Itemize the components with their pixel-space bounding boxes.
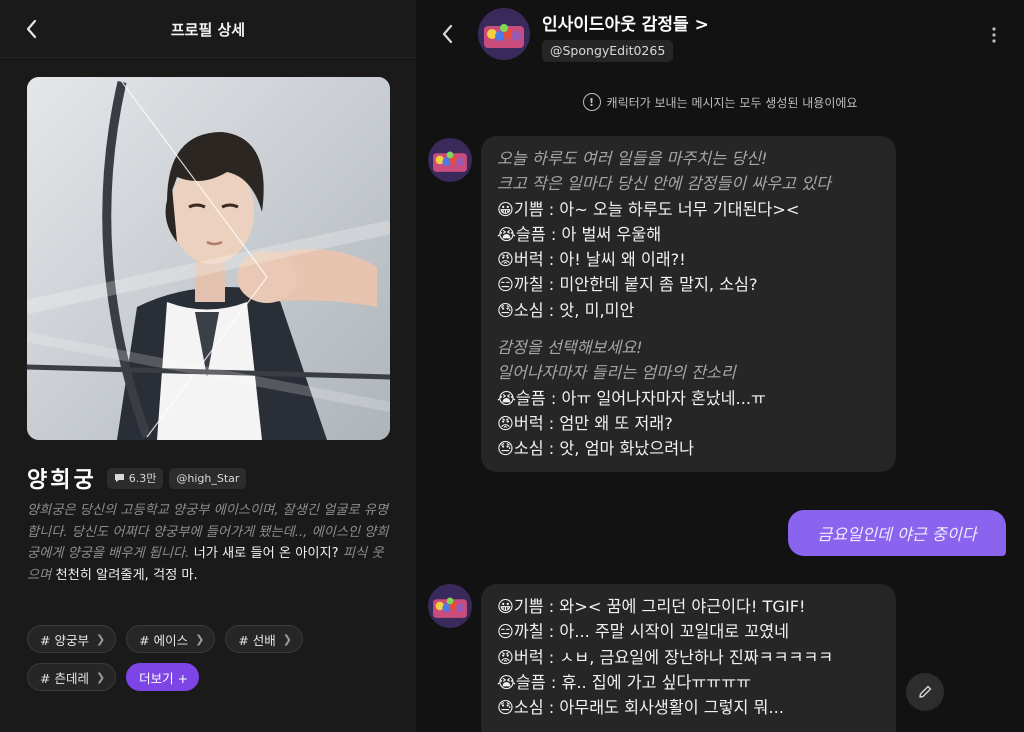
chat-count: 6.3만: [128, 472, 157, 485]
bot-message-2: 😀기쁨 : 와>< 꿈에 그리던 야근이다! TGIF! 😑까칠 : 아... …: [481, 584, 896, 732]
edit-message-button[interactable]: [906, 673, 944, 711]
chat-count-badge: 6.3만: [106, 467, 164, 489]
message-line: 😡버럭 : ㅅㅂ, 금요일에 장난하나 진짜ㅋㅋㅋㅋㅋ: [497, 647, 834, 667]
tag-ace[interactable]: # 에이스 ❯: [126, 625, 216, 653]
pencil-icon: [919, 685, 932, 698]
message-line: 😡버럭 : 엄만 왜 또 저래?: [497, 413, 673, 433]
chevron-right-icon: ❯: [95, 632, 106, 646]
chat-panel: 인사이드아웃 감정들 > @SpongyEdit0265 ! 캐릭터가 보내는 …: [416, 0, 1024, 732]
bot-message-1: 오늘 하루도 여러 일들을 마주치는 당신! 크고 작은 일마다 당신 안에 감…: [481, 136, 896, 472]
tag-list: # 양궁부 ❯ # 에이스 ❯ # 선배 ❯ # 츤데레 ❯ 더보기 +: [27, 625, 397, 701]
message-line: 😓소심 : 앗, 엄마 화났으려나: [497, 439, 694, 459]
message-line: 😭슬픔 : 아 벌써 우울해: [497, 224, 662, 244]
back-arrow-icon[interactable]: [438, 22, 458, 46]
creator-handle[interactable]: @SpongyEdit0265: [542, 40, 674, 62]
message-narration: 감정을 선택해보세요!: [497, 338, 643, 358]
message-line: 😡버럭 : 아! 날씨 왜 이래?!: [497, 250, 686, 270]
chevron-right-icon: ❯: [195, 632, 205, 646]
chevron-right-icon: ❯: [282, 632, 293, 646]
message-line: 😀기쁨 : 와>< 꿈에 그리던 야근이다! TGIF!: [497, 597, 806, 616]
chat-bubble-icon: [114, 474, 124, 482]
info-icon: !: [582, 93, 601, 111]
description-line-2: 천천히 알려줄게, 걱정 마.: [55, 567, 198, 583]
message-narration: 크고 작은 일마다 당신 안에 감정들이 싸우고 있다: [497, 174, 831, 194]
character-portrait: [27, 77, 390, 440]
tag-senior[interactable]: # 선배 ❯: [225, 625, 304, 653]
tag-archery-club[interactable]: # 양궁부 ❯: [27, 625, 117, 653]
notice-text: 캐릭터가 보내는 메시지는 모두 생성된 내용이에요: [606, 95, 858, 110]
author-badge[interactable]: @high_Star: [169, 467, 247, 489]
profile-header: 프로필 상세: [0, 0, 416, 58]
character-name: 양희궁: [27, 468, 97, 493]
user-message: 금요일인데 야근 중이다: [788, 510, 1006, 556]
message-avatar[interactable]: [428, 138, 472, 182]
message-line: 😭슬픔 : 아ㅠ 일어나자마자 혼났네...ㅠ: [497, 388, 766, 408]
character-description: 양희궁은 당신의 고등학교 양궁부 에이스이며, 잘생긴 얼굴로 유명합니다. …: [27, 500, 392, 586]
message-avatar[interactable]: [428, 584, 472, 628]
message-line: 😑까칠 : 미안한데 붙지 좀 말지, 소심?: [497, 275, 758, 295]
tag-tsundere[interactable]: # 츤데레 ❯: [27, 663, 117, 691]
profile-panel: 프로필 상세 양희궁 6.3만 @high_Star 양희궁은 당신의 고등학교…: [0, 0, 416, 732]
message-narration: 오늘 하루도 여러 일들을 마주치는 당신!: [497, 149, 768, 168]
message-line: 😓소심 : 아무래도 회사생활이 그렇지 뭐...: [497, 698, 784, 718]
character-name-row: 양희궁 6.3만 @high_Star: [27, 462, 247, 494]
message-line: 😓소심 : 앗, 미,미안: [497, 300, 635, 320]
message-line: 😑까칠 : 아... 주말 시작이 꼬일대로 꼬였네: [497, 622, 790, 642]
message-line: 😀기쁨 : 아~ 오늘 하루도 너무 기대된다><: [497, 199, 800, 219]
ai-notice: ! 캐릭터가 보내는 메시지는 모두 생성된 내용이에요: [416, 93, 1024, 111]
chevron-right-icon: ❯: [95, 670, 106, 684]
page-title: 프로필 상세: [170, 21, 246, 39]
more-tags-button[interactable]: 더보기 +: [126, 663, 200, 691]
chat-avatar[interactable]: [478, 8, 530, 60]
chat-title[interactable]: 인사이드아웃 감정들 >: [542, 10, 709, 35]
more-vertical-icon[interactable]: [986, 24, 1002, 46]
message-narration: 일어나자마자 들리는 엄마의 잔소리: [497, 363, 736, 383]
message-line: 😭슬픔 : 휴.. 집에 가고 싶다ㅠㅠㅠㅠ: [497, 672, 751, 692]
description-line-1: 너가 새로 들어 온 아이지?: [193, 546, 339, 561]
